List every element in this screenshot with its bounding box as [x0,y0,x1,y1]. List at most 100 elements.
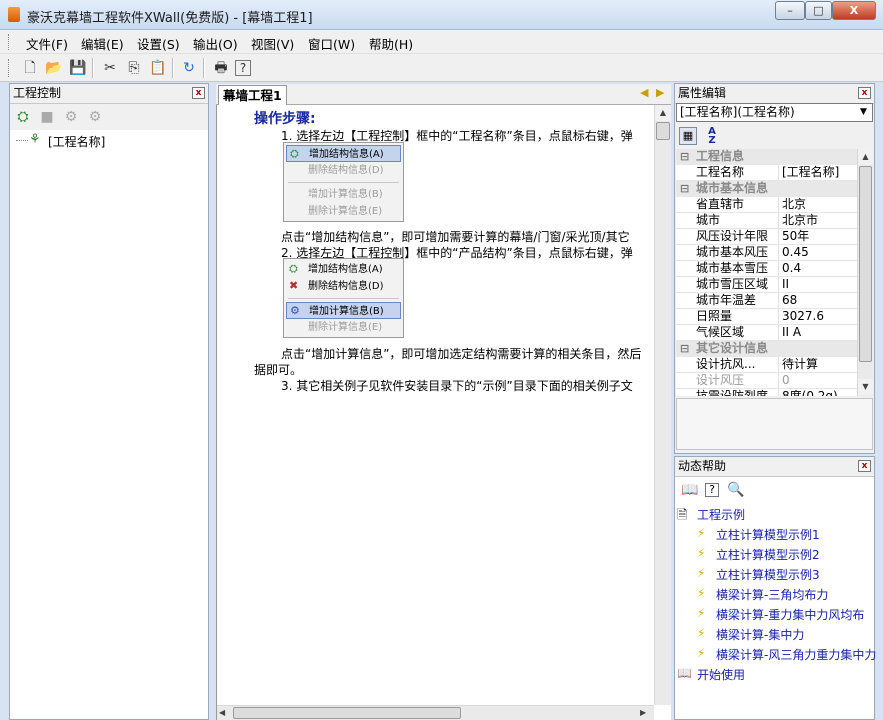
help-example-link[interactable]: ⚡ 立柱计算模型示例3 [697,566,820,583]
tab-left-arrow-icon[interactable]: ◀ [640,86,648,99]
context-menu-example-1: ⛭ 增加结构信息(A) 删除结构信息(D) 增加计算信息(B) 删除计算信息(E) [283,142,404,222]
help-example-label: 立柱计算模型示例1 [716,528,820,542]
object-selector-dropdown[interactable]: [工程名称](工程名称) ▼ [676,103,873,122]
panel-title: 工程控制 [13,86,62,100]
property-value[interactable]: 北京 [778,197,856,212]
menu-help[interactable]: 帮助(H) [369,34,413,53]
help-example-link[interactable]: ⚡ 立柱计算模型示例1 [697,526,820,543]
paste-icon[interactable]: 📋 [148,58,168,78]
scroll-right-icon[interactable]: ▶ [640,708,646,717]
property-category[interactable]: ⊟ 其它设计信息 [676,341,857,357]
property-value[interactable]: 3027.6 [778,309,856,324]
property-row[interactable]: 城市雪压区域 II [676,277,857,293]
scroll-thumb[interactable] [859,166,872,362]
tab-curtain-wall-project[interactable]: 幕墙工程1 [218,85,287,105]
property-value[interactable]: 68 [778,293,856,308]
property-grid-scrollbar[interactable]: ▲ ▼ [857,149,873,396]
restore-button[interactable]: □ [805,1,832,20]
tab-right-arrow-icon[interactable]: ▶ [656,86,664,99]
chevron-down-icon[interactable]: ▼ [856,105,871,120]
scroll-up-icon[interactable]: ▲ [858,149,873,165]
add-calc-icon[interactable]: ⚙ [62,108,80,126]
scroll-thumb[interactable] [656,122,670,140]
close-button[interactable]: X [832,1,876,20]
menu-edit[interactable]: 编辑(E) [81,34,124,53]
tree-node-project-name[interactable]: [工程名称] [48,133,105,150]
help-example-label: 横梁计算-三角均布力 [716,588,829,602]
scroll-thumb[interactable] [233,707,461,719]
panel-close-icon[interactable]: x [858,87,871,99]
property-row[interactable]: 设计风压 0 [676,373,857,389]
property-row[interactable]: 城市年温差 68 [676,293,857,309]
property-row[interactable]: 城市 北京市 [676,213,857,229]
menu-settings[interactable]: 设置(S) [137,34,180,53]
property-key: 城市 [696,213,721,227]
open-icon[interactable]: 📂 [44,58,64,78]
property-value[interactable]: II [778,277,856,292]
alphabetical-sort-icon[interactable]: AZ [703,127,721,146]
toolbar-grip [8,59,11,77]
property-key: 城市基本风压 [696,245,769,259]
collapse-icon[interactable]: ⊟ [680,149,689,164]
property-category[interactable]: ⊟ 工程信息 [676,149,857,165]
help-index-icon[interactable]: ? [705,483,719,497]
property-value[interactable]: 50年 [778,229,856,244]
menu-output[interactable]: 输出(O) [193,34,238,53]
menu-grip [8,34,11,50]
menu-window[interactable]: 窗口(W) [308,34,355,53]
toolbar-separator [92,58,94,78]
scroll-down-icon[interactable]: ▼ [858,379,873,395]
collapse-icon[interactable]: ⊟ [680,341,689,356]
minimize-button[interactable]: – [775,1,805,20]
categorized-icon[interactable]: ▦ [679,127,697,145]
search-help-icon[interactable]: 🔍 [727,481,745,499]
step3-text: 3. 其它相关例子见软件安装目录下的“示例”目录下面的相关例子文 [281,379,633,393]
menu-item-label: 增加结构信息(A) [308,264,383,275]
menu-file[interactable]: 文件(F) [26,34,68,53]
property-value[interactable]: 北京市 [778,213,856,228]
property-value[interactable]: 0 [778,373,856,388]
property-row[interactable]: 气候区域 II A [676,325,857,341]
property-value[interactable]: 待计算 [778,357,856,372]
help-example-link[interactable]: ⚡ 横梁计算-集中力 [697,626,804,643]
document-vertical-scrollbar[interactable]: ▲ [654,105,671,705]
document-horizontal-scrollbar[interactable]: ◀ ▶ [217,705,654,720]
collapse-icon[interactable]: ⊟ [680,181,689,196]
copy-icon[interactable]: ⎘ [124,58,144,78]
delete-calc-icon[interactable]: ⚙ [86,108,104,126]
contents-book-icon[interactable]: 📖 [681,481,699,499]
help-example-link[interactable]: ⚡ 横梁计算-风三角力重力集中力 [697,646,876,663]
property-row[interactable]: 日照量 3027.6 [676,309,857,325]
property-row[interactable]: 城市基本雪压 0.4 [676,261,857,277]
menu-view[interactable]: 视图(V) [251,34,294,53]
panel-close-icon[interactable]: x [858,460,871,472]
add-structure-icon[interactable]: ⛭ [14,108,32,126]
help-getting-started[interactable]: 📖 开始使用 [677,666,745,683]
property-row[interactable]: 设计抗风... 待计算 [676,357,857,373]
help-section-examples[interactable]: 🗎 工程示例 [677,506,745,523]
panel-close-icon[interactable]: x [192,87,205,99]
property-value[interactable]: II A [778,325,856,340]
help-example-link[interactable]: ⚡ 横梁计算-三角均布力 [697,586,828,603]
delete-structure-icon[interactable]: ■ [38,108,56,126]
refresh-icon[interactable]: ↻ [179,58,199,78]
scroll-up-icon[interactable]: ▲ [655,105,671,121]
property-value[interactable]: 0.4 [778,261,856,276]
new-icon[interactable]: 🗋 [20,58,40,78]
property-value[interactable]: 0.45 [778,245,856,260]
help-icon[interactable]: ? [235,60,251,76]
print-icon[interactable]: 🖶 [211,58,231,78]
property-row[interactable]: 工程名称 [工程名称] [676,165,857,181]
property-value[interactable]: 8度(0.2g) [778,389,856,396]
property-category[interactable]: ⊟ 城市基本信息 [676,181,857,197]
property-row[interactable]: 省直辖市 北京 [676,197,857,213]
cut-icon[interactable]: ✂ [100,58,120,78]
property-row[interactable]: 城市基本风压 0.45 [676,245,857,261]
scroll-left-icon[interactable]: ◀ [219,708,225,717]
help-example-link[interactable]: ⚡ 立柱计算模型示例2 [697,546,820,563]
property-value[interactable]: [工程名称] [778,165,856,180]
save-icon[interactable]: 💾 [68,58,88,78]
help-example-link[interactable]: ⚡ 横梁计算-重力集中力风均布 [697,606,864,623]
property-row[interactable]: 风压设计年限 50年 [676,229,857,245]
property-row[interactable]: 抗震设防烈度 8度(0.2g) [676,389,857,396]
